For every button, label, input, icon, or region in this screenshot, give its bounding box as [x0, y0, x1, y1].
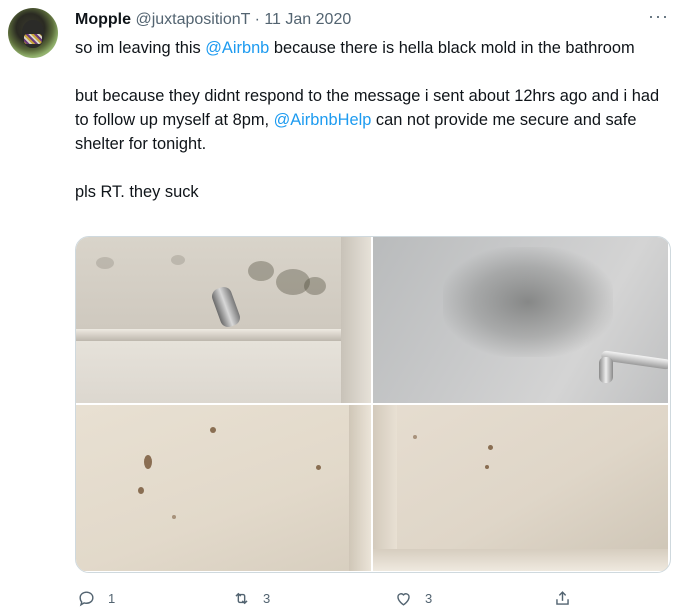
avatar[interactable]	[8, 8, 58, 58]
mold-spot	[485, 465, 489, 469]
share-icon	[556, 590, 569, 605]
separator: ·	[250, 11, 265, 28]
photo-mold-spots-ceiling[interactable]	[76, 405, 371, 571]
more-options-icon[interactable]: ···	[648, 7, 669, 25]
avatar-mask	[24, 34, 42, 44]
mold-spot	[96, 257, 114, 269]
like-button[interactable]: 3	[394, 584, 432, 612]
retweet-count: 3	[263, 590, 271, 606]
tweet-paragraph-1: so im leaving this @Airbnb because there…	[75, 36, 665, 60]
photo-black-mold-wall[interactable]	[373, 237, 668, 403]
reply-count: 1	[108, 590, 116, 606]
ceiling-edge	[349, 405, 371, 571]
tweet-date[interactable]: 11 Jan 2020	[264, 11, 351, 28]
tweet-text: so im leaving this @Airbnb because there…	[75, 36, 665, 204]
photo-shower-head[interactable]	[76, 237, 371, 403]
handle[interactable]: @juxtapositionT	[135, 11, 250, 28]
retweet-icon	[235, 592, 248, 604]
heart-icon	[397, 592, 410, 606]
mold-spot	[144, 455, 152, 469]
mold-spot	[248, 261, 274, 281]
mold-patch	[443, 247, 613, 357]
mold-spot	[316, 465, 321, 470]
wall-corner	[373, 405, 397, 571]
tub-ledge	[76, 329, 371, 341]
retweet-button[interactable]: 3	[232, 584, 270, 612]
tweet-paragraph-3: pls RT. they suck	[75, 183, 199, 201]
photo-mold-spots-corner[interactable]	[373, 405, 668, 571]
mold-spot	[172, 515, 176, 519]
mold-spot	[171, 255, 185, 265]
media-grid	[75, 236, 671, 573]
reply-icon	[79, 590, 94, 606]
action-bar: 1 3 3	[75, 584, 665, 612]
mold-spot	[138, 487, 144, 494]
shower-nozzle	[599, 357, 613, 383]
mold-spot	[210, 427, 216, 433]
mention-airbnbhelp[interactable]: @AirbnbHelp	[274, 111, 372, 129]
floor-trim	[373, 549, 668, 571]
reply-button[interactable]: 1	[77, 584, 115, 612]
like-count: 3	[425, 590, 433, 606]
shower-head-image	[209, 284, 243, 330]
share-button[interactable]	[553, 584, 572, 612]
mold-spot	[488, 445, 493, 450]
tweet-paragraph-2: but because they didnt respond to the me…	[75, 84, 665, 156]
tweet-header: Mopple @juxtapositionT · 11 Jan 2020	[75, 10, 351, 30]
text-segment: so im leaving this	[75, 39, 206, 57]
text-segment: because there is hella black mold in the…	[269, 39, 635, 57]
mold-spot	[304, 277, 326, 295]
side-wall	[341, 237, 371, 403]
mention-airbnb[interactable]: @Airbnb	[205, 39, 269, 57]
display-name[interactable]: Mopple	[75, 11, 131, 28]
mold-spot	[413, 435, 417, 439]
